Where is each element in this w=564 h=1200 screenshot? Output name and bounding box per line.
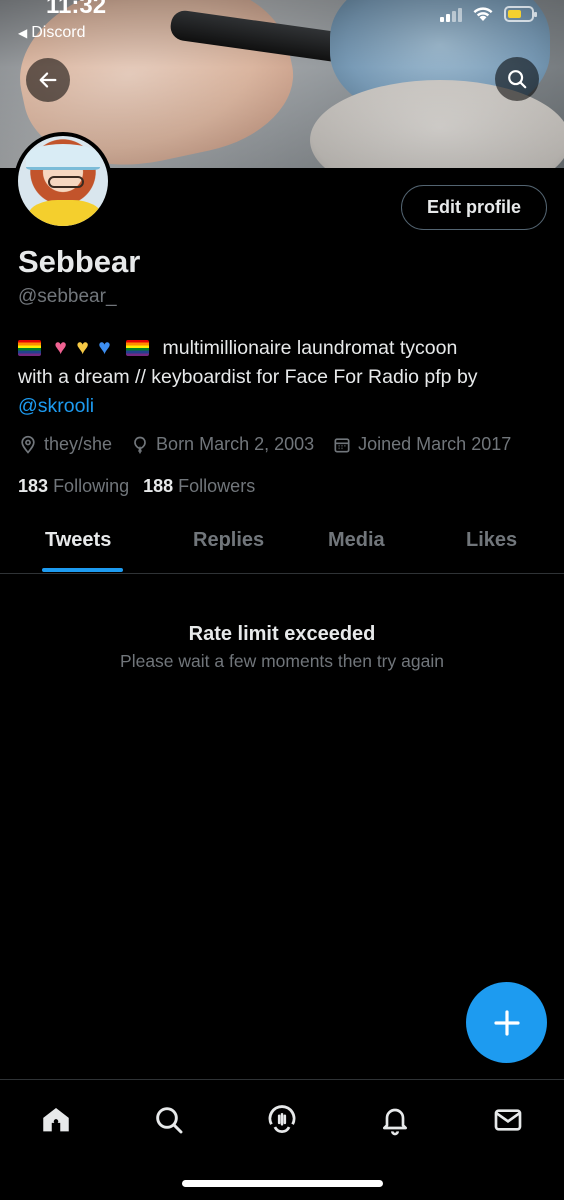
yellow-heart-icon: ♥	[76, 336, 89, 359]
spaces-icon	[268, 1105, 296, 1134]
profile-tabs: Tweets Replies Media Likes	[0, 512, 564, 574]
calendar-icon	[334, 437, 350, 452]
bell-icon	[383, 1108, 407, 1136]
profile-meta: they/she Born March 2, 2003 Joined March…	[18, 434, 529, 455]
back-triangle-icon: ◀	[18, 26, 28, 40]
plus-icon	[493, 1009, 520, 1036]
birthday: Born March 2, 2003	[130, 434, 314, 455]
bio-line-1: ♥ ♥ ♥ multimillionaire laundromat tycoon	[18, 333, 548, 363]
back-to-app[interactable]: ◀ Discord	[18, 24, 85, 42]
followers-count: 188	[143, 476, 174, 496]
battery-icon	[504, 6, 537, 22]
birthday-text: Born March 2, 2003	[156, 434, 315, 454]
nav-home[interactable]	[36, 1100, 76, 1140]
search-button[interactable]	[495, 57, 539, 101]
bio-text-2: with a dream // keyboardist for Face For…	[18, 366, 478, 388]
status-icons	[440, 6, 537, 22]
following-label: Following	[53, 476, 130, 496]
pink-heart-icon: ♥	[54, 336, 67, 359]
signal-icon	[440, 6, 462, 22]
back-app-label: Discord	[31, 24, 86, 41]
follow-stats: 183 Following 188 Followers	[18, 476, 255, 497]
status-time: 11:32	[46, 0, 107, 19]
balloon-icon	[134, 436, 146, 453]
mail-icon	[494, 1109, 522, 1131]
avatar-shirt	[28, 200, 102, 226]
search-icon	[156, 1107, 183, 1134]
edit-profile-button[interactable]: Edit profile	[401, 185, 547, 230]
active-tab-indicator	[42, 568, 123, 572]
rainbow-flag-icon	[126, 340, 150, 356]
nav-search[interactable]	[149, 1100, 189, 1140]
location-pin-icon	[21, 435, 35, 454]
home-indicator[interactable]	[182, 1180, 383, 1187]
following-count: 183	[18, 476, 49, 496]
pronouns: they/she	[18, 434, 112, 455]
rainbow-flag-icon	[18, 340, 41, 356]
following-link[interactable]: 183 Following	[18, 476, 129, 497]
nav-notifications[interactable]	[375, 1100, 415, 1140]
error-title: Rate limit exceeded	[188, 623, 376, 645]
arrow-left-icon	[39, 72, 57, 88]
wifi-icon	[473, 7, 493, 21]
nav-spaces[interactable]	[262, 1100, 302, 1140]
tab-media[interactable]: Media	[328, 529, 385, 552]
back-button[interactable]	[26, 58, 70, 102]
avatar[interactable]	[14, 132, 112, 230]
bio: ♥ ♥ ♥ multimillionaire laundromat tycoon…	[18, 333, 548, 421]
pronouns-text: they/she	[44, 434, 113, 454]
tab-tweets[interactable]: Tweets	[45, 529, 111, 552]
user-handle: @sebbear_	[18, 286, 117, 307]
nav-messages[interactable]	[488, 1100, 528, 1140]
followers-link[interactable]: 188 Followers	[143, 476, 255, 497]
display-name: Sebbear	[18, 244, 141, 279]
avatar-hat	[26, 144, 100, 170]
bio-mention-link[interactable]: @skrooli	[18, 395, 94, 417]
avatar-glasses	[48, 176, 84, 188]
followers-label: Followers	[178, 476, 256, 496]
joined-text: Joined March 2017	[358, 434, 512, 454]
joined-date: Joined March 2017	[332, 434, 511, 455]
error-subtitle: Please wait a few moments then try again	[120, 651, 444, 671]
home-icon	[43, 1107, 69, 1132]
search-icon	[508, 70, 527, 89]
bio-text-1: multimillionaire laundromat tycoon	[162, 337, 458, 359]
blue-heart-icon: ♥	[98, 336, 111, 359]
compose-tweet-button[interactable]	[466, 982, 547, 1063]
tab-replies[interactable]: Replies	[193, 529, 264, 552]
tab-likes[interactable]: Likes	[466, 529, 517, 552]
